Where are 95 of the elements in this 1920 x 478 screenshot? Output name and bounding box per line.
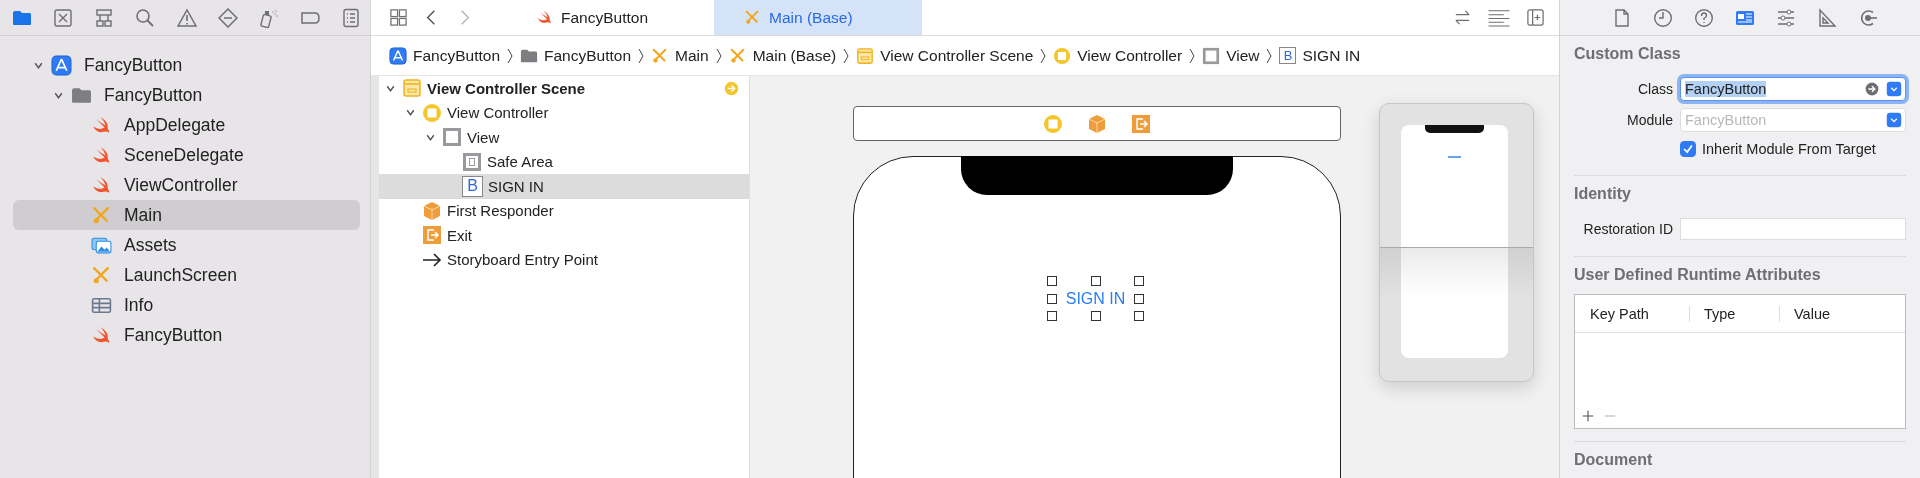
add-icon[interactable] bbox=[1581, 409, 1595, 423]
outline-item[interactable]: View bbox=[379, 125, 749, 150]
grid-icon[interactable] bbox=[389, 8, 408, 27]
section-title: Identity bbox=[1574, 184, 1632, 204]
pencil-brush-icon bbox=[91, 204, 112, 226]
diamond-icon[interactable] bbox=[217, 7, 238, 28]
cube-icon bbox=[422, 200, 442, 221]
warning-icon[interactable] bbox=[176, 7, 197, 28]
outline-item[interactable]: Exit bbox=[379, 223, 749, 248]
help-icon[interactable] bbox=[1694, 7, 1714, 28]
resize-handle[interactable] bbox=[1047, 276, 1057, 286]
button-icon: B bbox=[1279, 47, 1297, 64]
swap-arrows-icon[interactable] bbox=[1453, 8, 1472, 27]
spray-can-icon[interactable] bbox=[258, 7, 279, 28]
breadcrumb-item[interactable]: View Controller Scene bbox=[880, 46, 1034, 65]
breadcrumb-item[interactable]: FancyButton bbox=[413, 46, 501, 65]
add-editor-icon[interactable] bbox=[1526, 8, 1545, 27]
dropdown-icon[interactable] bbox=[1886, 80, 1902, 97]
view-controller-icon bbox=[422, 102, 442, 123]
button-icon: B bbox=[462, 175, 483, 197]
arrow-circle-icon[interactable] bbox=[1864, 80, 1880, 97]
breadcrumb-item[interactable]: Main (Base) bbox=[752, 46, 837, 65]
navigator-item[interactable]: Info bbox=[13, 290, 360, 320]
exit-icon[interactable] bbox=[1131, 113, 1151, 134]
x-square-icon[interactable] bbox=[53, 7, 74, 28]
navigator-item[interactable]: SceneDelegate bbox=[13, 140, 360, 170]
pencil-brush-icon bbox=[91, 264, 112, 286]
exit-icon bbox=[422, 225, 442, 246]
breadcrumb-item[interactable]: FancyButton bbox=[544, 46, 632, 65]
module-field[interactable]: FancyButton bbox=[1680, 107, 1906, 132]
view-controller-icon bbox=[1053, 46, 1072, 65]
breadcrumb-item[interactable]: SIGN IN bbox=[1302, 46, 1361, 65]
navigator-item[interactable]: Assets bbox=[13, 230, 360, 260]
column-header[interactable]: Key Path bbox=[1575, 305, 1690, 322]
navigator-item[interactable]: FancyButton bbox=[13, 80, 360, 110]
resize-handle[interactable] bbox=[1134, 311, 1144, 321]
column-header[interactable]: Type bbox=[1690, 305, 1780, 322]
navigator-item[interactable]: ViewController bbox=[13, 170, 360, 200]
section-title: Custom Class bbox=[1574, 44, 1682, 64]
navigator-item[interactable]: FancyButton bbox=[13, 320, 360, 350]
view-icon bbox=[442, 127, 462, 148]
dropdown-icon[interactable] bbox=[1886, 111, 1902, 128]
outline-item[interactable]: B SIGN IN bbox=[379, 174, 749, 199]
module-input[interactable]: FancyButton bbox=[1685, 111, 1880, 128]
section-title: Document bbox=[1574, 450, 1654, 470]
resize-handle[interactable] bbox=[1047, 311, 1057, 321]
outline-item[interactable]: First Responder bbox=[379, 198, 749, 223]
checkbox-label: Inherit Module From Target bbox=[1702, 141, 1876, 157]
breadcrumb-item[interactable]: Main bbox=[675, 46, 709, 65]
navigator-item[interactable]: LaunchScreen bbox=[13, 260, 360, 290]
outline-item[interactable]: View Controller bbox=[379, 100, 749, 125]
class-field[interactable]: FancyButton bbox=[1680, 76, 1906, 101]
resize-handle[interactable] bbox=[1134, 276, 1144, 286]
scene-icon bbox=[402, 78, 422, 99]
navigator-item[interactable]: FancyButton bbox=[13, 50, 360, 80]
editor-tab[interactable]: Main (Base) bbox=[714, 0, 922, 35]
chevron-icon[interactable] bbox=[404, 107, 416, 119]
navigator-item[interactable]: AppDelegate bbox=[13, 110, 360, 140]
sign-in-button[interactable]: SIGN IN bbox=[1065, 289, 1126, 308]
outline-item[interactable]: Storyboard Entry Point bbox=[379, 247, 749, 272]
breadcrumb-item[interactable]: View Controller bbox=[1077, 46, 1183, 65]
restoration-id-field[interactable] bbox=[1680, 217, 1906, 240]
restoration-id-label: Restoration ID bbox=[1582, 220, 1673, 237]
checkbox[interactable] bbox=[1680, 141, 1696, 157]
resize-handle[interactable] bbox=[1047, 293, 1057, 304]
sliders-icon[interactable] bbox=[1776, 7, 1796, 28]
column-header[interactable]: Value bbox=[1780, 305, 1830, 322]
pencil-brush-icon bbox=[728, 46, 747, 65]
clock-icon[interactable] bbox=[1653, 7, 1673, 28]
scene-icon bbox=[856, 46, 875, 65]
navigator-item[interactable]: Main bbox=[13, 200, 360, 230]
app-icon bbox=[389, 46, 407, 65]
view-icon bbox=[1202, 46, 1221, 65]
lines-icon[interactable] bbox=[1486, 8, 1512, 27]
outline-item[interactable]: Safe Area bbox=[379, 149, 749, 174]
section-title: User Defined Runtime Attributes bbox=[1574, 265, 1822, 285]
resize-handle[interactable] bbox=[1090, 311, 1101, 321]
list-icon[interactable] bbox=[341, 7, 361, 28]
app-icon bbox=[51, 54, 72, 76]
breadcrumb-item[interactable]: View bbox=[1226, 46, 1260, 65]
safe-area-icon bbox=[462, 151, 482, 172]
file-icon[interactable] bbox=[1612, 7, 1632, 28]
hierarchy-icon[interactable] bbox=[94, 7, 115, 28]
pencil-brush-icon bbox=[744, 9, 761, 26]
search-icon[interactable] bbox=[135, 7, 156, 28]
editor-tab[interactable]: FancyButton bbox=[506, 0, 714, 35]
resize-handle[interactable] bbox=[1134, 293, 1144, 304]
ruler-icon[interactable] bbox=[1817, 7, 1837, 28]
cube-icon[interactable] bbox=[1087, 113, 1107, 134]
resize-handle[interactable] bbox=[1090, 276, 1101, 286]
outline-item[interactable]: View Controller Scene bbox=[379, 76, 749, 101]
connections-icon[interactable] bbox=[1858, 7, 1878, 28]
module-label: Module bbox=[1626, 111, 1673, 128]
class-label: Class bbox=[1637, 80, 1673, 97]
swift-file-icon bbox=[536, 9, 553, 26]
